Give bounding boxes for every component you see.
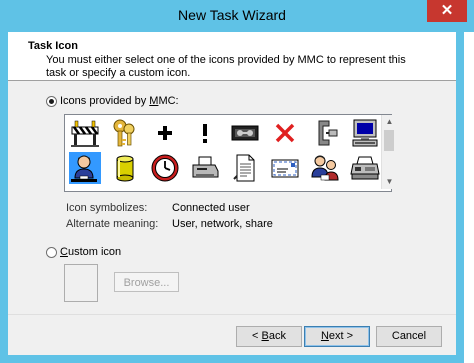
wizard-window: New Task Wizard ✕ Task Icon You must eit… — [0, 0, 467, 363]
wizard-header: Task Icon You must either select one of … — [8, 32, 456, 81]
label-accelerator: C — [60, 246, 68, 258]
roadblock-icon[interactable] — [69, 117, 101, 149]
envelope-icon[interactable] — [269, 152, 301, 184]
label-text: Icons provided by — [60, 95, 150, 107]
page-title: Task Icon — [28, 40, 78, 52]
exclamation-icon[interactable] — [189, 117, 221, 149]
scroll-up-icon[interactable]: ▲ — [382, 115, 397, 129]
cancel-button[interactable]: Cancel — [376, 326, 442, 347]
window-title: New Task Wizard — [178, 7, 286, 23]
document-icon[interactable] — [229, 152, 261, 184]
background-window-edge — [464, 32, 474, 363]
button-text: ext > — [328, 330, 354, 342]
user-group-icon[interactable] — [309, 152, 341, 184]
button-accelerator: N — [320, 330, 329, 342]
next-button[interactable]: Next > — [304, 326, 370, 347]
label-text: ustom icon — [67, 246, 122, 258]
tape-drive-icon[interactable] — [229, 117, 261, 149]
connected-user-icon[interactable] — [69, 152, 101, 184]
mmc-icons-radio[interactable] — [46, 96, 57, 107]
label-text: MC: — [158, 95, 179, 107]
icon-symbolizes-value: Connected user — [172, 202, 250, 214]
back-button[interactable]: < Back — [236, 326, 302, 347]
custom-icon-preview — [64, 264, 98, 302]
wizard-client-area: Task Icon You must either select one of … — [8, 32, 456, 355]
button-accelerator: B — [261, 330, 269, 342]
scrollbar-thumb[interactable] — [384, 130, 394, 151]
browse-button[interactable]: Browse... — [114, 272, 179, 292]
database-cylinder-icon[interactable] — [109, 152, 141, 184]
plus-icon[interactable] — [149, 117, 181, 149]
custom-icon-radio[interactable] — [46, 247, 57, 258]
icon-list-scrollbar[interactable]: ▲ ▼ — [381, 115, 397, 189]
red-x-icon[interactable] — [269, 117, 301, 149]
button-text: < — [252, 330, 262, 342]
alternate-meaning-label: Alternate meaning: — [66, 218, 159, 230]
mmc-icons-radio-label[interactable]: Icons provided by MMC: — [60, 95, 179, 107]
close-button[interactable]: ✕ — [427, 0, 467, 22]
icon-list[interactable] — [64, 114, 392, 192]
keys-icon[interactable] — [109, 117, 141, 149]
scroll-down-icon[interactable]: ▼ — [382, 175, 397, 189]
icon-symbolizes-label: Icon symbolizes: — [66, 202, 148, 214]
page-description: You must either select one of the icons … — [46, 54, 406, 79]
printer-icon[interactable] — [189, 152, 221, 184]
clamp-icon[interactable] — [309, 117, 341, 149]
alternate-meaning-value: User, network, share — [172, 218, 273, 230]
clock-icon[interactable] — [149, 152, 181, 184]
button-separator — [8, 314, 456, 315]
button-text: ack — [268, 330, 286, 342]
computer-icon[interactable] — [349, 117, 381, 149]
fax-icon[interactable] — [349, 152, 381, 184]
custom-icon-radio-label[interactable]: Custom icon — [60, 246, 121, 258]
title-bar[interactable]: New Task Wizard ✕ — [0, 0, 467, 32]
